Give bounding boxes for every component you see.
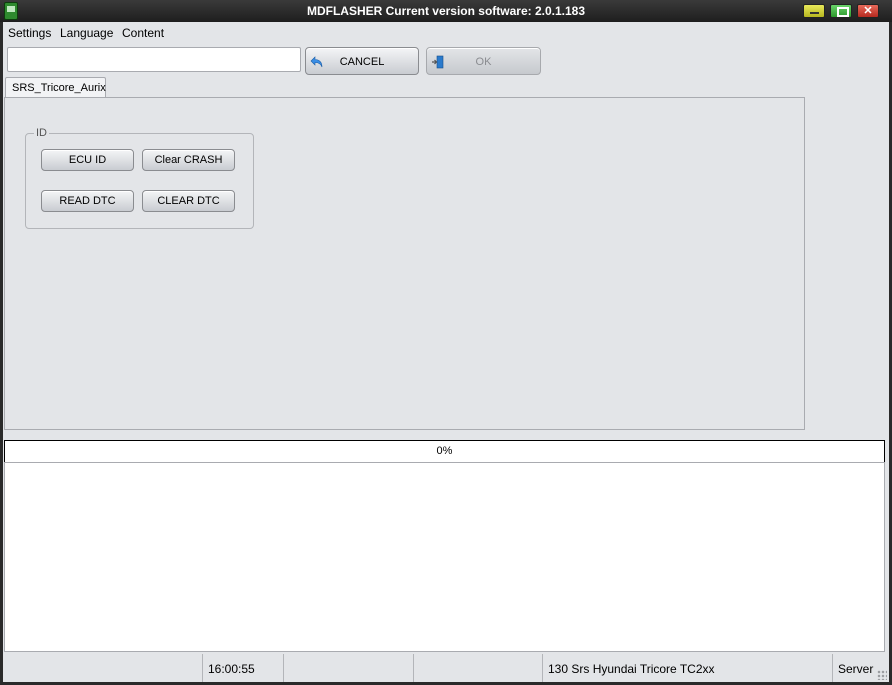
maximize-button[interactable]: [830, 4, 852, 18]
progress-bar: 0%: [4, 440, 885, 463]
status-cell-empty-3: [413, 654, 543, 682]
app-window: MDFLASHER Current version software: 2.0.…: [0, 0, 892, 685]
status-bar: 16:00:55 130 Srs Hyundai Tricore TC2xx S…: [3, 654, 889, 682]
status-cell-empty-1: [3, 654, 203, 682]
status-cell-empty-2: [283, 654, 413, 682]
ok-button[interactable]: OK: [426, 47, 541, 75]
ecu-id-label: ECU ID: [68, 154, 107, 166]
resize-grip-icon[interactable]: [877, 670, 887, 680]
clear-dtc-label: CLEAR DTC: [157, 195, 220, 207]
status-time-cell: 16:00:55: [202, 654, 283, 682]
id-group: ID ECU ID Clear CRASH READ DTC CLEAR DTC: [25, 127, 254, 229]
main-client-area: Settings Language Content CANCEL OK SRS_…: [3, 22, 889, 682]
ecu-id-button[interactable]: ECU ID: [41, 149, 134, 171]
log-output[interactable]: [4, 462, 885, 652]
clear-dtc-button[interactable]: CLEAR DTC: [142, 190, 235, 212]
cancel-label: CANCEL: [339, 56, 385, 68]
clear-crash-label: Clear CRASH: [154, 154, 223, 166]
title-bar[interactable]: MDFLASHER Current version software: 2.0.…: [0, 0, 892, 22]
status-ecu: 130 Srs Hyundai Tricore TC2xx: [548, 662, 715, 676]
tab-label: SRS_Tricore_Aurix: [12, 82, 106, 94]
status-time: 16:00:55: [208, 662, 255, 676]
progress-text: 0%: [436, 445, 453, 457]
menu-bar: Settings Language Content: [3, 22, 889, 44]
cancel-button[interactable]: CANCEL: [305, 47, 419, 75]
tab-srs-tricore-aurix[interactable]: SRS_Tricore_Aurix: [5, 77, 106, 99]
minimize-button[interactable]: [803, 4, 825, 18]
ok-label: OK: [475, 56, 492, 68]
read-dtc-label: READ DTC: [59, 195, 116, 207]
close-icon: ✕: [863, 5, 873, 17]
menu-language[interactable]: Language: [60, 26, 113, 40]
clear-crash-button[interactable]: Clear CRASH: [142, 149, 235, 171]
read-dtc-button[interactable]: READ DTC: [41, 190, 134, 212]
status-ecu-cell: 130 Srs Hyundai Tricore TC2xx: [542, 654, 834, 682]
tab-panel: ID ECU ID Clear CRASH READ DTC CLEAR DTC: [4, 97, 805, 430]
menu-content[interactable]: Content: [122, 26, 164, 40]
group-title: ID: [34, 127, 49, 139]
status-mode: Server: [838, 662, 874, 676]
close-button[interactable]: ✕: [857, 4, 879, 18]
window-title: MDFLASHER Current version software: 2.0.…: [306, 4, 586, 18]
menu-settings[interactable]: Settings: [8, 26, 51, 40]
path-input[interactable]: [7, 47, 301, 72]
